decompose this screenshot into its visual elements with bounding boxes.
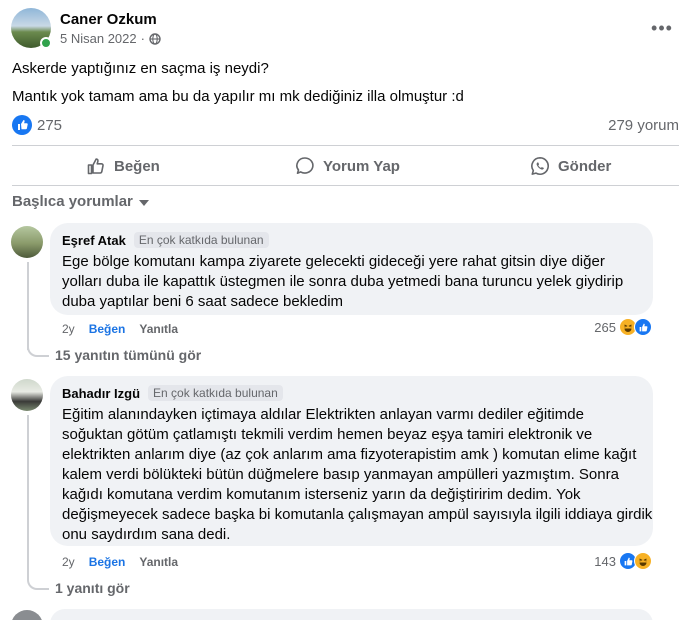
speech-bubble-icon — [296, 157, 314, 174]
comment-text: Eğitim alanındayken içtimaya aldılar Ele… — [62, 405, 653, 545]
divider — [12, 185, 679, 186]
laughing-face-icon — [634, 552, 652, 570]
comment-like-button[interactable]: Beğen — [89, 555, 126, 569]
comment-text-line: yolları duba ile kapattık üstegmen ile s… — [62, 273, 624, 290]
comment-actions: 2y Beğen Yanıtla — [62, 555, 178, 569]
comment-text-line: Eğitim alanındayken içtimaya aldılar Ele… — [62, 406, 584, 423]
comment-text-line: kağıdı komutana verdim komutanım isterse… — [62, 486, 581, 503]
commenter-avatar[interactable] — [11, 226, 43, 258]
comment-bubble: Bahadır Izgü En çok katkıda bulunan Eğit… — [50, 376, 653, 546]
chevron-down-icon — [138, 199, 149, 206]
comments-filter-dropdown[interactable]: Başlıca yorumlar — [12, 193, 149, 210]
commenter-name[interactable]: Eşref Atak — [62, 233, 126, 248]
thread-connector — [27, 345, 49, 357]
commenter-avatar[interactable] — [11, 610, 43, 620]
comment-reactions[interactable]: 143 — [594, 552, 652, 570]
thread-connector — [27, 578, 49, 590]
comment-text: Ege bölge komutanı kampa ziyarete gelece… — [62, 252, 641, 312]
comment-count[interactable]: 279 yorum — [608, 117, 679, 134]
thumbs-up-icon — [87, 158, 104, 175]
like-count[interactable]: 275 — [37, 117, 62, 134]
thumbs-up-icon — [634, 318, 652, 336]
more-options-button[interactable]: ••• — [648, 14, 676, 42]
thumbs-up-icon[interactable] — [12, 115, 32, 135]
comment-reactions[interactable]: 265 — [594, 318, 652, 336]
comment-like-button[interactable]: Beğen — [89, 322, 126, 336]
comments-filter-label: Başlıca yorumlar — [12, 193, 133, 210]
post-date[interactable]: 5 Nisan 2022 — [60, 31, 137, 46]
comment-bubble — [50, 609, 653, 620]
commenter-avatar[interactable] — [11, 379, 43, 411]
online-status-dot — [40, 37, 52, 49]
post-text-line: Mantık yok tamam ama bu da yapılır mı mk… — [12, 88, 464, 105]
like-button-label: Beğen — [114, 157, 160, 175]
thread-line — [27, 415, 29, 580]
comment-text-line: kalem verdi bölükteki bütün düğmelere ba… — [62, 466, 619, 483]
author-name[interactable]: Caner Ozkum — [60, 11, 157, 28]
top-contributor-badge: En çok katkıda bulunan — [133, 232, 269, 248]
comment-reply-button[interactable]: Yanıtla — [139, 322, 178, 336]
comment-text-line: Ege bölge komutanı kampa ziyarete gelece… — [62, 253, 605, 270]
comment-reaction-count: 143 — [594, 553, 616, 569]
comment-age[interactable]: 2y — [62, 322, 75, 336]
view-replies-link[interactable]: 15 yanıtın tümünü gör — [55, 347, 201, 363]
comment-button-label: Yorum Yap — [323, 157, 400, 175]
comment-reaction-count: 265 — [594, 319, 616, 335]
post-text-line: Askerde yaptığınız en saçma iş neydi? — [12, 60, 269, 77]
like-button[interactable]: Beğen — [86, 153, 160, 179]
comment-actions: 2y Beğen Yanıtla — [62, 322, 178, 336]
comment-text-line: değişmeyecek sadece başka bi komutanla ç… — [62, 506, 653, 523]
comment-text-line: soğuktan götüm çatlamıştı tekmili verdim… — [62, 426, 593, 443]
share-button[interactable]: Gönder — [530, 153, 611, 179]
reactions-summary: 275 279 yorum — [12, 115, 679, 135]
globe-icon — [149, 32, 161, 45]
view-replies-link[interactable]: 1 yanıtı gör — [55, 580, 130, 596]
share-button-label: Gönder — [558, 157, 612, 175]
thread-line — [27, 262, 29, 350]
comment-bubble: Eşref Atak En çok katkıda bulunan Ege bö… — [50, 223, 653, 315]
comment-text-line: onu saydırdım sana dedi. — [62, 526, 231, 543]
post-header: Caner Ozkum 5 Nisan 2022 · ••• — [11, 8, 681, 52]
post-meta: 5 Nisan 2022 · — [60, 31, 161, 46]
comment-text-line: duba yaptılar beni 6 saat sadece bekledi… — [62, 293, 344, 310]
divider — [12, 145, 679, 146]
comment-text-line: elektrikten anlarım diye (az çok anlarım… — [62, 446, 637, 463]
comment-button[interactable]: Yorum Yap — [295, 153, 400, 179]
meta-separator: · — [140, 31, 145, 46]
commenter-name[interactable]: Bahadır Izgü — [62, 386, 140, 401]
top-contributor-badge: En çok katkıda bulunan — [148, 385, 283, 401]
comment-reply-button[interactable]: Yanıtla — [139, 555, 178, 569]
comment-age[interactable]: 2y — [62, 555, 75, 569]
whatsapp-icon — [531, 157, 549, 175]
